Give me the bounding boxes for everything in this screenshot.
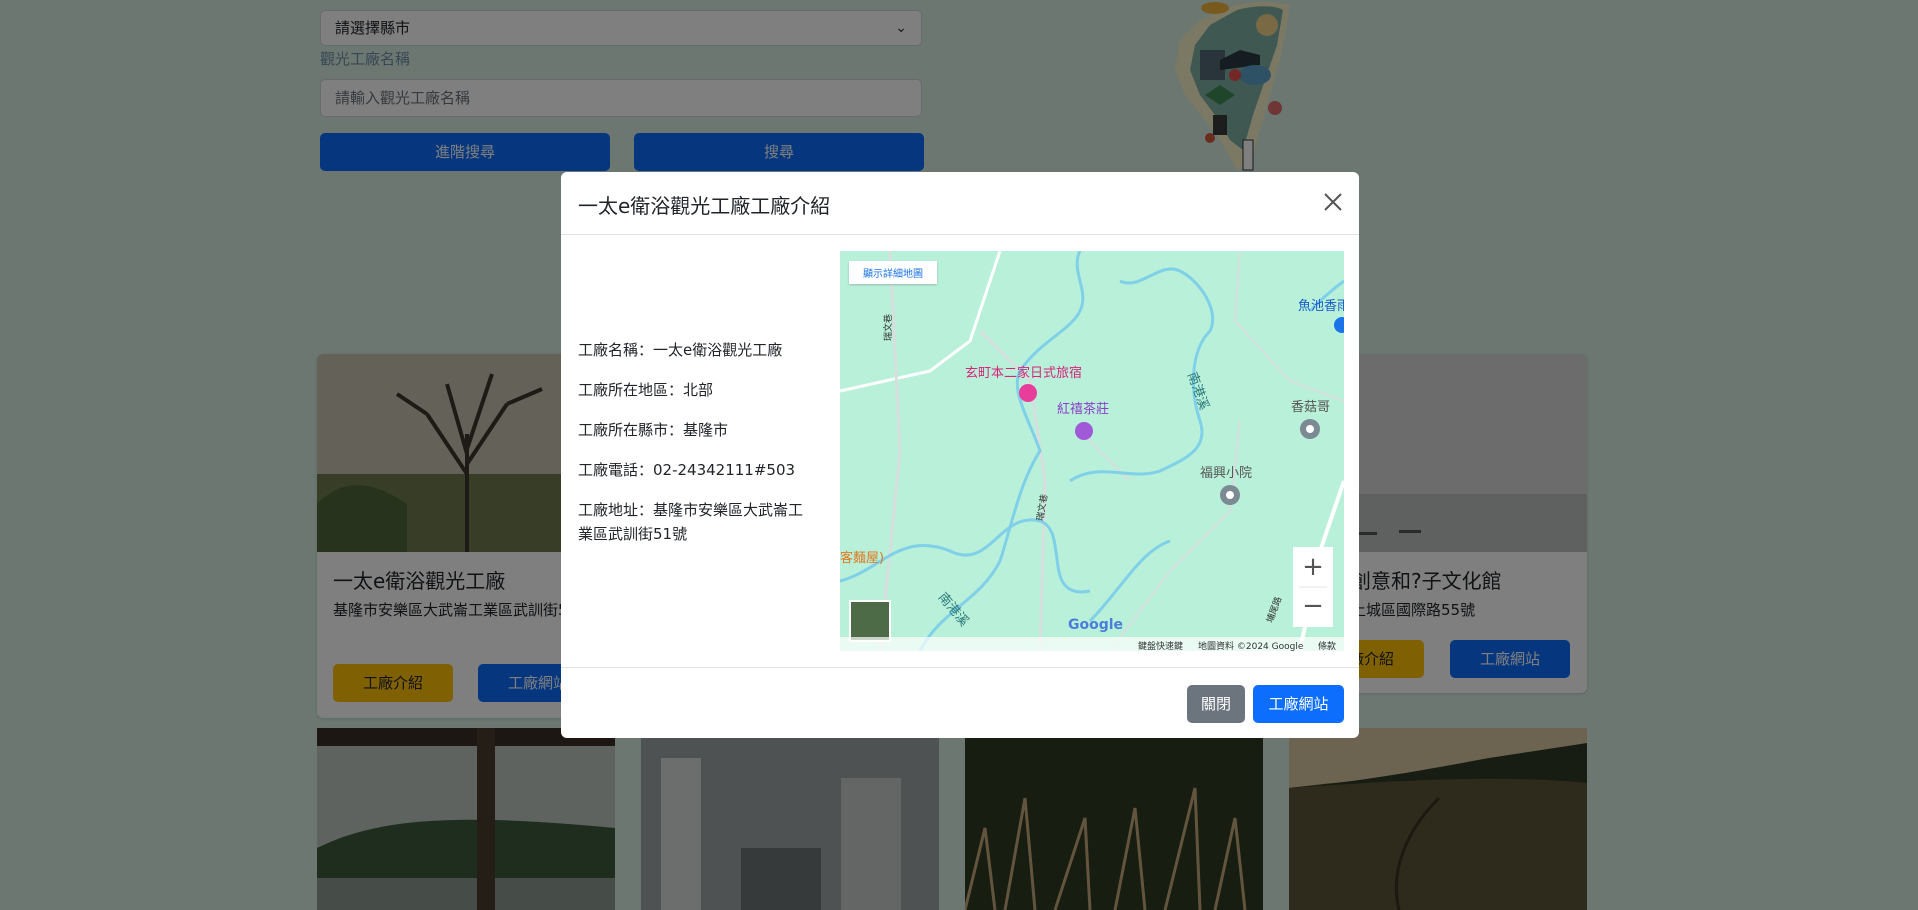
factory-intro-modal: 一太e衛浴觀光工廠工廠介紹 工廠名稱：一太e衛浴觀光工廠 工廠所在地區：北部 工… xyxy=(561,172,1359,738)
map-shortcuts-link[interactable]: 鍵盤快速鍵 xyxy=(1138,639,1183,651)
map-label-fuxing: 福興小院 xyxy=(1200,466,1253,481)
map-label-tea: 紅禧茶莊 xyxy=(1057,402,1110,417)
close-icon[interactable] xyxy=(1321,190,1345,214)
factory-address-info: 工廠地址：基隆市安樂區大武崙工業區武訓街51號 xyxy=(578,501,804,543)
factory-region-info: 工廠所在地區：北部 xyxy=(578,381,714,399)
modal-header: 一太e衛浴觀光工廠工廠介紹 xyxy=(561,172,1359,235)
zoom-in-button[interactable]: + xyxy=(1295,547,1331,587)
factory-site-button[interactable]: 工廠網站 xyxy=(1253,685,1344,723)
factory-phone-info: 工廠電話：02-24342111#503 xyxy=(578,461,796,479)
zoom-out-button[interactable]: − xyxy=(1295,587,1331,627)
satellite-toggle[interactable] xyxy=(851,602,889,640)
map-terms-link[interactable]: 條款 xyxy=(1318,639,1336,651)
map-canvas xyxy=(840,251,1344,651)
map-label-inn: 玄町本二家日式旅宿 xyxy=(965,366,1083,381)
map-label-mushroom: 香菇哥 xyxy=(1291,400,1331,415)
map-label-road: 瑞文巷 xyxy=(884,313,895,342)
factory-county-info: 工廠所在縣市：基隆市 xyxy=(578,421,729,439)
factory-name-info: 工廠名稱：一太e衛浴觀光工廠 xyxy=(578,341,783,359)
map-label-fishpond: 魚池香雨 xyxy=(1298,299,1344,314)
close-button[interactable]: 關閉 xyxy=(1187,685,1245,723)
modal-title: 一太e衛浴觀光工廠工廠介紹 xyxy=(578,194,831,218)
google-logo: Google xyxy=(1068,617,1124,633)
google-map[interactable]: 顯示詳細地圖 玄町本二家日式旅宿 紅禧茶莊 福興小院 香菇哥 魚池香雨 客麵屋)… xyxy=(840,251,1344,651)
map-attribution-bar: 鍵盤快速鍵 地圖資料 ©2024 Google 條款 xyxy=(840,637,1344,651)
map-label-noodle: 客麵屋) xyxy=(840,551,885,566)
map-copyright: 地圖資料 ©2024 Google xyxy=(1198,642,1304,651)
map-detail-link[interactable]: 顯示詳細地圖 xyxy=(849,261,937,284)
